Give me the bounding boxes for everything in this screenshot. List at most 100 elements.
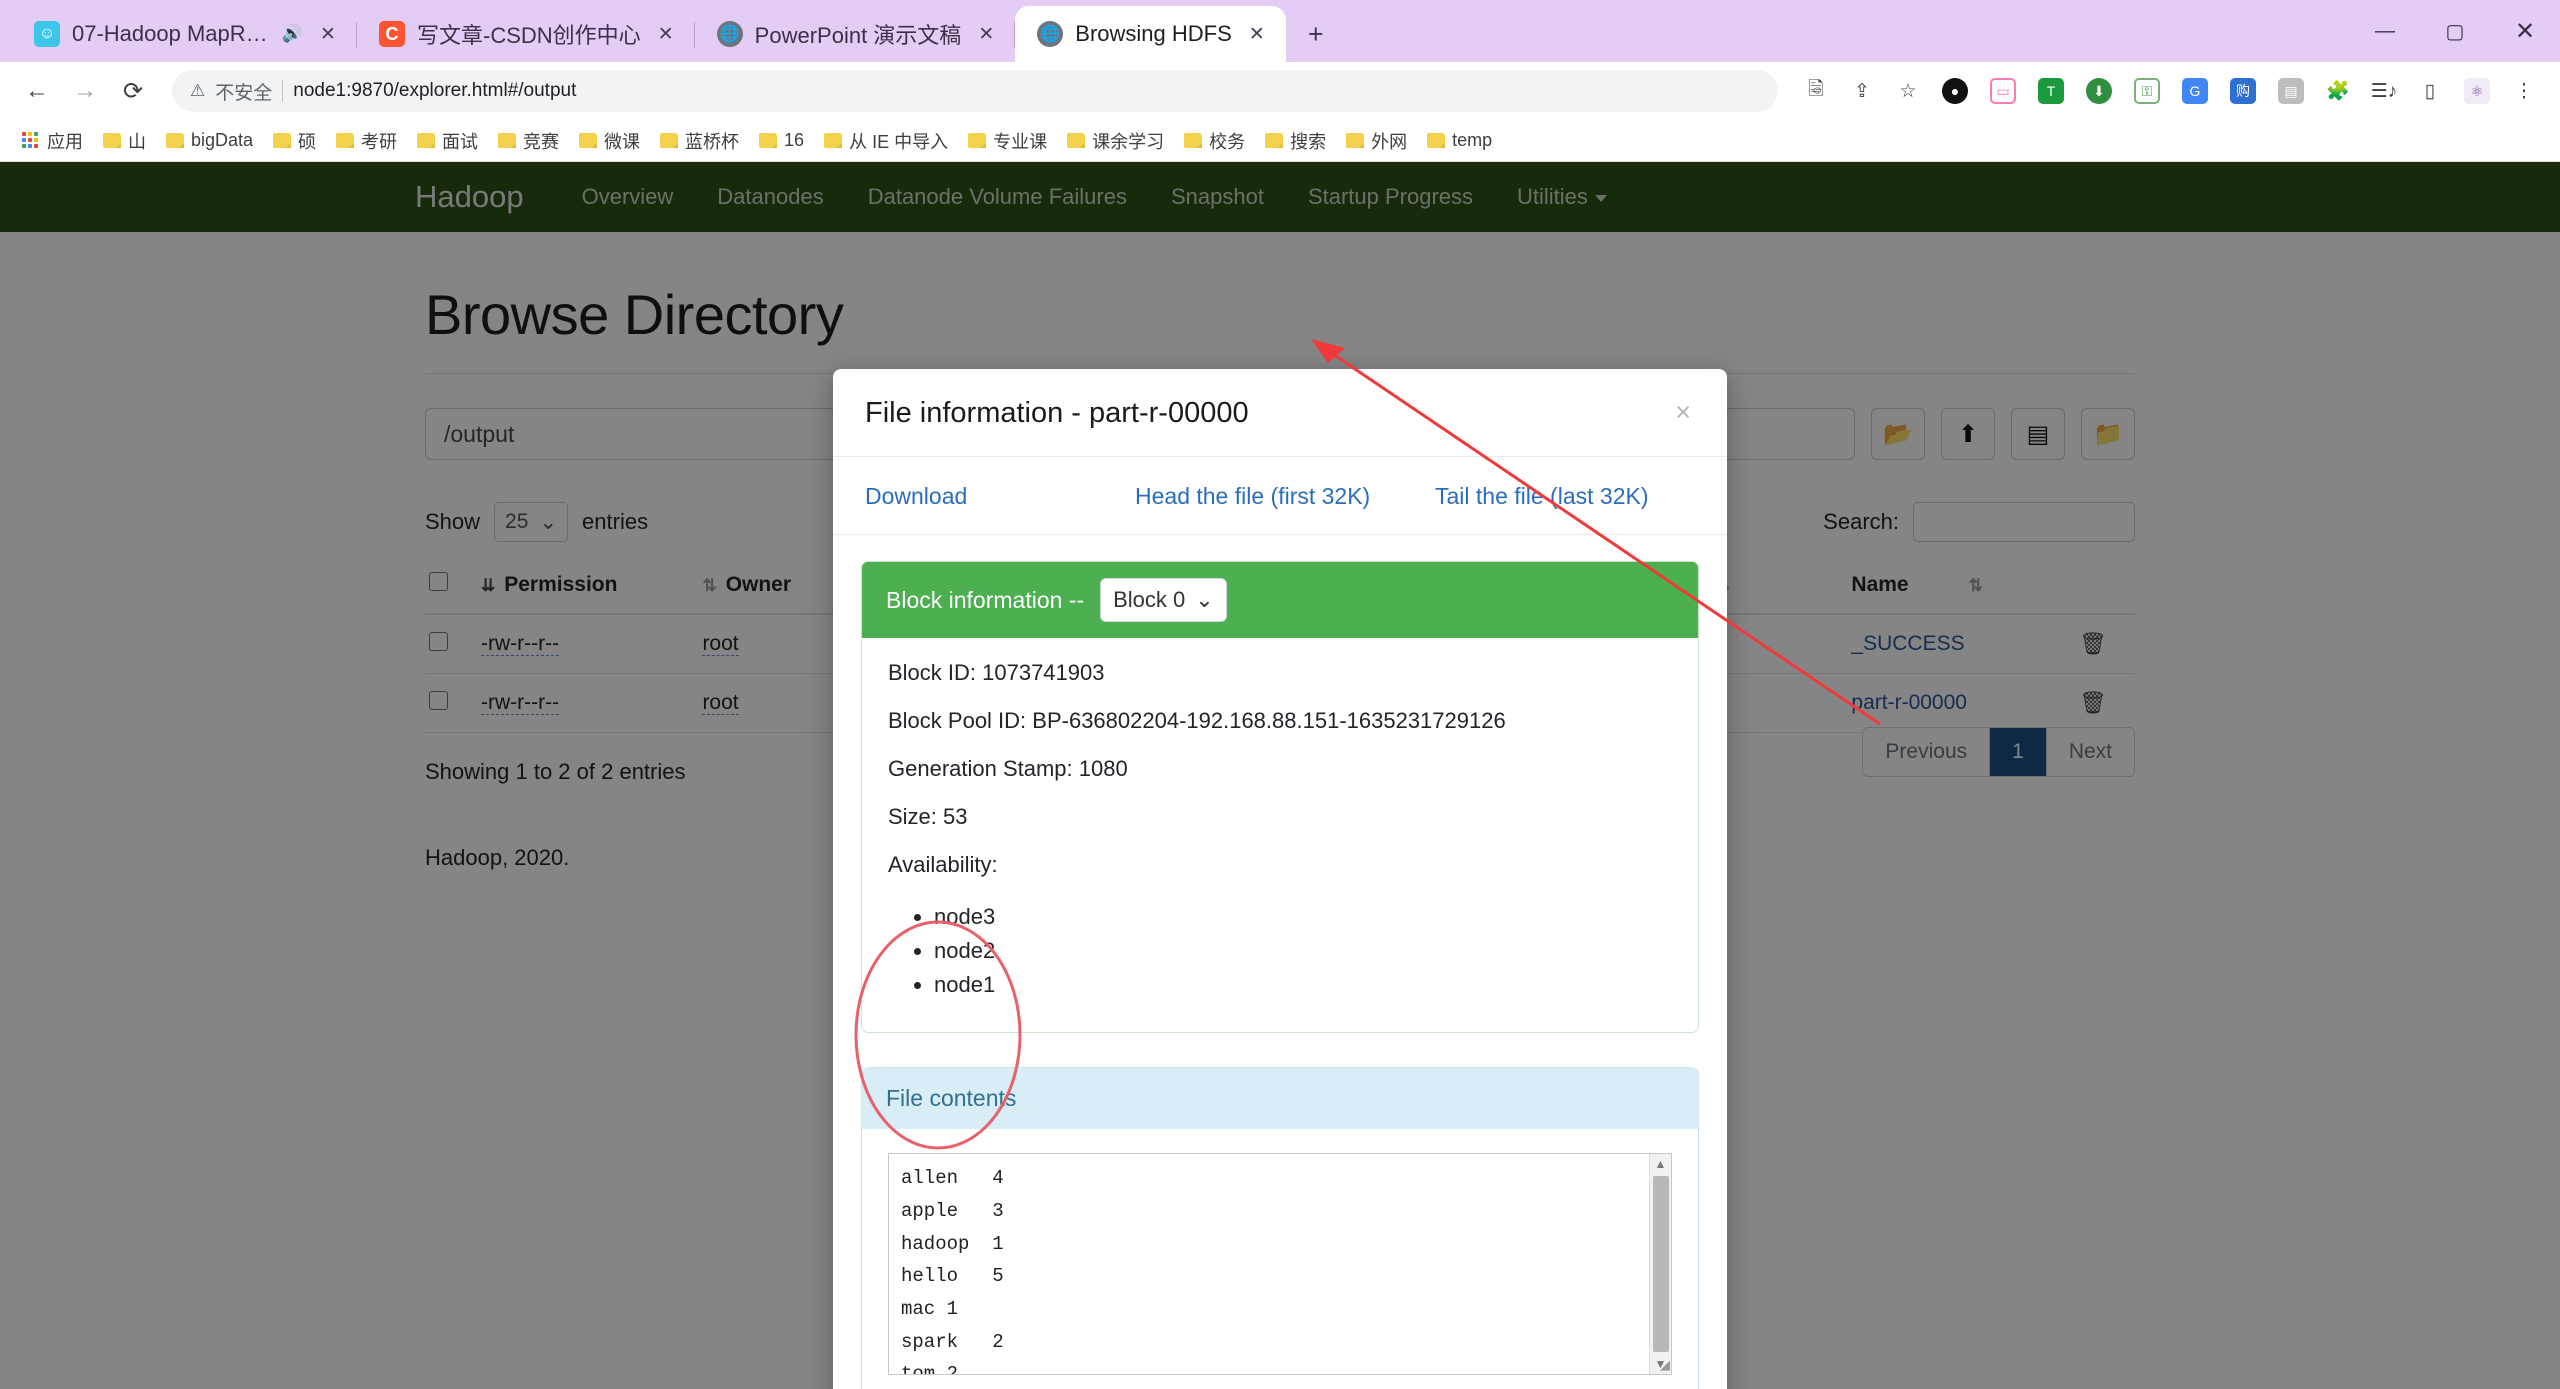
block-information-panel: Block information -- Block 0 ⌄ Block ID:… — [861, 561, 1699, 1034]
share-icon[interactable]: ⇪ — [1842, 71, 1882, 111]
folder-icon — [1346, 133, 1365, 148]
block-select-value: Block 0 — [1113, 587, 1186, 612]
back-icon[interactable]: ← — [16, 70, 58, 112]
browser-tab-3[interactable]: 🌐 Browsing HDFS ✕ — [1015, 6, 1286, 62]
extension-downloader[interactable]: ⬇ — [2078, 70, 2120, 112]
file-contents-textarea[interactable]: allen 4 apple 3 hadoop 1 hello 5 mac 1 s… — [888, 1153, 1672, 1376]
bookmark-label: 专业课 — [993, 131, 1048, 152]
availability-node-list: node3 node2 node1 — [934, 900, 1672, 1002]
tail-file-link[interactable]: Tail the file (last 32K) — [1435, 483, 1648, 510]
list-item: node1 — [934, 968, 1672, 1002]
tab-title: 写文章-CSDN创作中心 — [417, 23, 641, 48]
new-tab-button[interactable]: + — [1296, 14, 1336, 54]
extension-shield[interactable]: T — [2030, 70, 2072, 112]
bookmark-folder-12[interactable]: 课余学习 — [1059, 124, 1172, 158]
bookmark-folder-5[interactable]: 面试 — [409, 124, 486, 158]
bookmark-folder-8[interactable]: 蓝桥杯 — [652, 124, 747, 158]
folder-icon — [579, 133, 598, 148]
minimize-button[interactable]: — — [2350, 0, 2420, 62]
browser-window: ☺ 07-Hadoop MapReduce--m 🔊 ✕ C 写文章-CSDN创… — [0, 0, 2560, 1389]
folder-icon — [1265, 133, 1284, 148]
bookmark-label: 考研 — [361, 131, 398, 152]
puzzle-icon[interactable]: 🧩 — [2318, 71, 2358, 111]
availability-label: Availability: — [888, 852, 998, 877]
textarea-scrollbar[interactable]: ▲ ▼ — [1649, 1154, 1671, 1375]
bookmark-folder-6[interactable]: 竞赛 — [490, 124, 567, 158]
audio-playing-icon[interactable]: 🔊 — [282, 24, 303, 44]
file-contents-wrap: allen 4 apple 3 hadoop 1 hello 5 mac 1 s… — [888, 1153, 1672, 1376]
folder-icon — [1067, 133, 1086, 148]
block-select[interactable]: Block 0 ⌄ — [1100, 578, 1227, 622]
extension-panda[interactable]: ● — [1934, 70, 1976, 112]
translate-icon[interactable]: 🗟 — [1796, 71, 1836, 111]
browser-tab-0[interactable]: ☺ 07-Hadoop MapReduce--m 🔊 ✕ — [12, 6, 357, 62]
list-item: node3 — [934, 900, 1672, 934]
modal-title: File information - part-r-00000 — [865, 397, 1249, 429]
bookmark-folder-7[interactable]: 微课 — [571, 124, 648, 158]
tab-close-icon[interactable]: ✕ — [653, 21, 679, 47]
globe-download-icon: ⬇ — [2086, 78, 2112, 104]
browser-toolbar: ← → ⟳ ⚠ 不安全 node1:9870/explorer.html#/ou… — [0, 62, 2560, 120]
browser-tab-2[interactable]: 🌐 PowerPoint 演示文稿 ✕ — [695, 6, 1016, 62]
close-icon[interactable]: × — [1671, 397, 1695, 428]
sidepanel-icon[interactable]: ▯ — [2410, 71, 2450, 111]
tab-close-icon[interactable]: ✕ — [1244, 21, 1270, 47]
block-id: Block ID: 1073741903 — [888, 660, 1105, 685]
robot-icon: ☺ — [34, 21, 60, 47]
resize-grip-icon[interactable]: ◢ — [1660, 1357, 1670, 1373]
block-size: Size: 53 — [888, 804, 968, 829]
tab-close-icon[interactable]: ✕ — [315, 21, 341, 47]
maximize-button[interactable]: ▢ — [2420, 0, 2490, 62]
bookmark-folder-16[interactable]: temp — [1419, 126, 1500, 155]
window-controls: — ▢ ✕ — [2350, 0, 2560, 62]
bookmark-label: 蓝桥杯 — [685, 131, 740, 152]
omnibox-divider — [282, 80, 284, 102]
browser-tab-1[interactable]: C 写文章-CSDN创作中心 ✕ — [357, 6, 695, 62]
head-file-link[interactable]: Head the file (first 32K) — [1135, 483, 1435, 510]
bookmark-folder-13[interactable]: 校务 — [1176, 124, 1253, 158]
close-window-button[interactable]: ✕ — [2490, 0, 2560, 62]
bookmark-folder-11[interactable]: 专业课 — [960, 124, 1055, 158]
bookmark-folder-2[interactable]: bigData — [158, 126, 261, 155]
bookmark-folder-3[interactable]: 硕 — [265, 124, 324, 158]
folder-icon — [660, 133, 679, 148]
download-link[interactable]: Download — [865, 483, 1135, 510]
bookmark-label: 微课 — [604, 131, 641, 152]
purchase-icon: 购 — [2230, 78, 2256, 104]
extension-atom[interactable]: ⚛ — [2456, 70, 2498, 112]
folder-icon — [1427, 133, 1446, 148]
address-bar[interactable]: ⚠ 不安全 node1:9870/explorer.html#/output — [172, 70, 1778, 112]
toolbar-icons: 🗟 ⇪ ☆ ● ▭ T ⬇ ⚿ G 购 ▤ 🧩 ☰♪ ▯ ⚛ ⋮ — [1796, 70, 2544, 112]
bookmark-label: 校务 — [1209, 131, 1246, 152]
modal-header: File information - part-r-00000 × — [833, 369, 1727, 457]
forward-icon[interactable]: → — [64, 70, 106, 112]
bookmark-folder-10[interactable]: 从 IE 中导入 — [816, 124, 956, 158]
extension-gtranslate[interactable]: G — [2174, 70, 2216, 112]
extension-tv[interactable]: ▭ — [1982, 70, 2024, 112]
extension-key[interactable]: ⚿ — [2126, 70, 2168, 112]
bookmark-folder-14[interactable]: 搜索 — [1257, 124, 1334, 158]
browser-menu-icon[interactable]: ⋮ — [2504, 71, 2544, 111]
block-pool-id: Block Pool ID: BP-636802204-192.168.88.1… — [888, 708, 1506, 733]
bookmark-folder-9[interactable]: 16 — [751, 126, 812, 155]
tab-close-icon[interactable]: ✕ — [973, 21, 999, 47]
extension-clipboard[interactable]: ▤ — [2270, 70, 2312, 112]
extension-purchase[interactable]: 购 — [2222, 70, 2264, 112]
playlist-icon[interactable]: ☰♪ — [2364, 71, 2404, 111]
bookmark-label: 竞赛 — [523, 131, 560, 152]
folder-icon — [968, 133, 987, 148]
not-secure-warning-icon: ⚠ — [190, 81, 206, 100]
browser-tabstrip: ☺ 07-Hadoop MapReduce--m 🔊 ✕ C 写文章-CSDN创… — [0, 0, 2560, 62]
bookmark-star-icon[interactable]: ☆ — [1888, 71, 1928, 111]
bookmark-apps[interactable]: 应用 — [14, 124, 91, 158]
bookmark-folder-4[interactable]: 考研 — [328, 124, 405, 158]
bookmark-folder-15[interactable]: 外网 — [1338, 124, 1415, 158]
tab-title: 07-Hadoop MapReduce--m — [72, 21, 268, 46]
reload-icon[interactable]: ⟳ — [112, 70, 154, 112]
bookmark-folder-1[interactable]: 山 — [95, 124, 154, 158]
scroll-up-icon[interactable]: ▲ — [1655, 1154, 1667, 1174]
scrollbar-thumb[interactable] — [1652, 1176, 1669, 1353]
bookmarks-bar: 应用 山 bigData 硕 考研 面试 竞赛 微课 蓝桥杯 16 从 IE 中… — [0, 120, 2560, 162]
file-information-modal: File information - part-r-00000 × Downlo… — [833, 369, 1727, 1389]
google-translate-icon: G — [2182, 78, 2208, 104]
